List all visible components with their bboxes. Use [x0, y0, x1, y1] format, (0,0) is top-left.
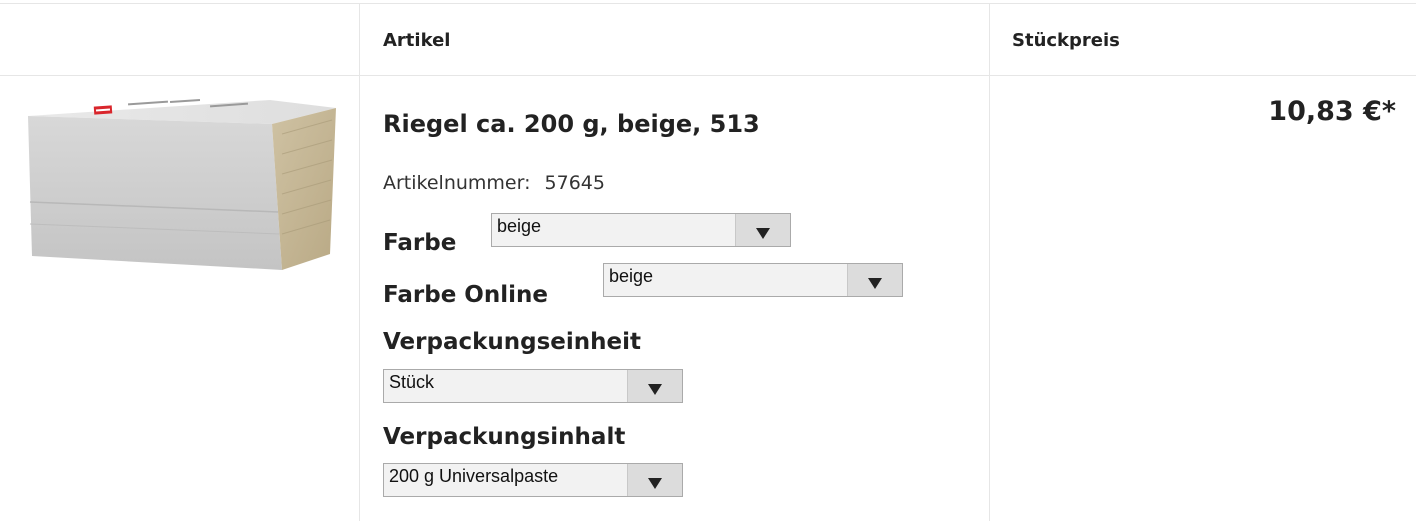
product-image[interactable]: [20, 94, 338, 274]
product-title[interactable]: Riegel ca. 200 g, beige, 513: [383, 110, 760, 138]
verpackungseinheit-dropdown-button[interactable]: [627, 370, 682, 402]
column-header-stueckpreis: Stückpreis: [1012, 30, 1120, 51]
farbe-online-select-value: beige: [609, 266, 654, 286]
verpackungsinhalt-label: Verpackungsinhalt: [383, 424, 626, 450]
farbe-online-select[interactable]: beige: [603, 263, 903, 297]
column-divider-1: [359, 3, 360, 521]
verpackungseinheit-select-value: Stück: [389, 372, 435, 392]
chevron-down-icon: [756, 228, 770, 239]
verpackungsinhalt-dropdown-button[interactable]: [627, 464, 682, 496]
table-top-border: [0, 3, 1416, 4]
verpackungseinheit-select[interactable]: Stück: [383, 369, 683, 403]
verpackungsinhalt-select-value: 200 g Universalpaste: [389, 466, 559, 486]
farbe-label: Farbe: [383, 230, 457, 256]
product-packaging-icon: [28, 98, 336, 270]
column-header-artikel: Artikel: [383, 30, 451, 51]
article-number-row: Artikelnummer: 57645: [383, 172, 605, 194]
farbe-online-label: Farbe Online: [383, 282, 548, 308]
article-number-value: 57645: [544, 172, 605, 194]
column-divider-2: [989, 3, 990, 521]
verpackungsinhalt-select[interactable]: 200 g Universalpaste: [383, 463, 683, 497]
chevron-down-icon: [648, 478, 662, 489]
chevron-down-icon: [868, 278, 882, 289]
farbe-dropdown-button[interactable]: [735, 214, 790, 246]
verpackungseinheit-label: Verpackungseinheit: [383, 329, 642, 355]
farbe-select[interactable]: beige: [491, 213, 791, 247]
farbe-select-value: beige: [497, 216, 542, 236]
article-number-label: Artikelnummer:: [383, 172, 531, 194]
chevron-down-icon: [648, 384, 662, 395]
farbe-online-dropdown-button[interactable]: [847, 264, 902, 296]
header-row-divider: [0, 75, 1416, 76]
unit-price: 10,83 €*: [1268, 96, 1396, 127]
